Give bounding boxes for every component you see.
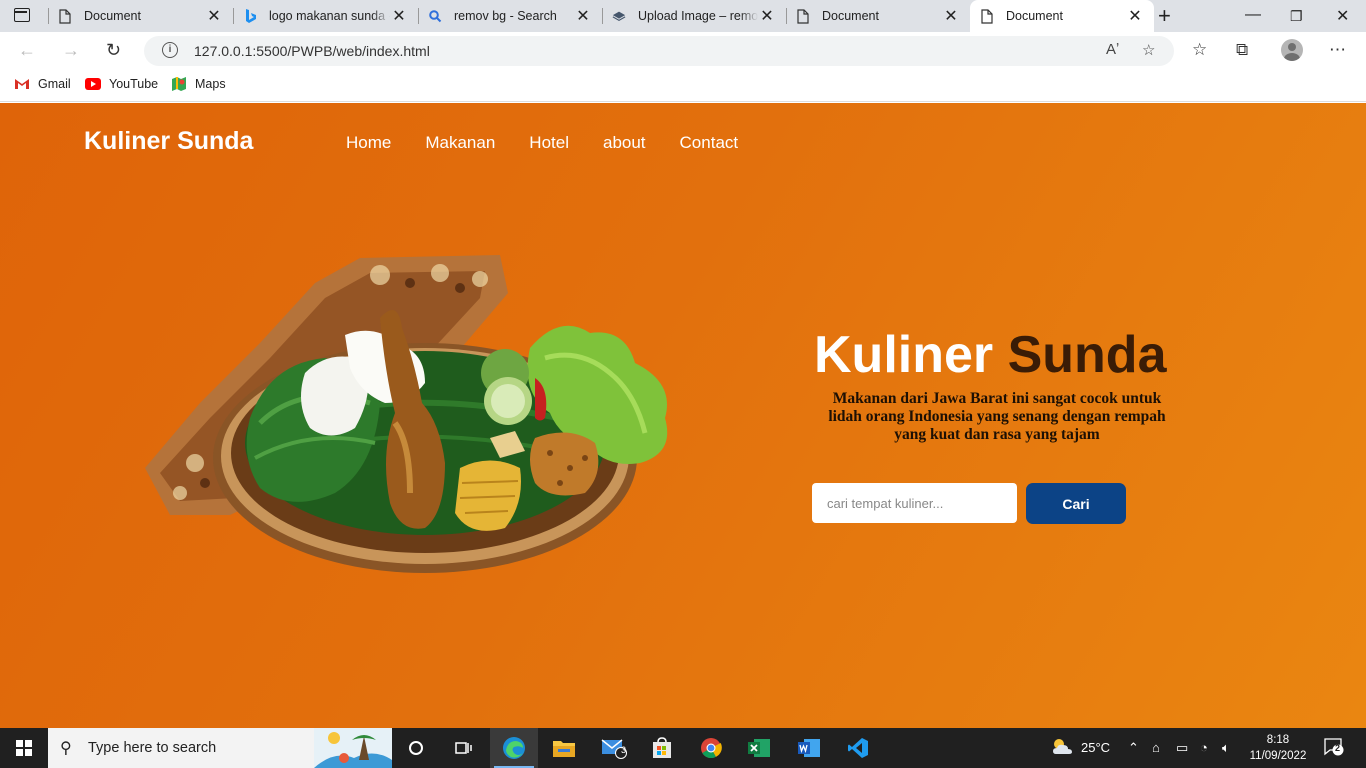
- site-logo[interactable]: Kuliner Sunda: [84, 127, 253, 156]
- nav-home[interactable]: Home: [346, 133, 391, 153]
- more-options-icon[interactable]: ⋯: [1329, 40, 1346, 60]
- mail-icon[interactable]: 3: [590, 728, 638, 768]
- close-tab-icon[interactable]: ✕: [205, 6, 223, 26]
- nav-about[interactable]: about: [603, 133, 646, 153]
- document-icon: [980, 8, 994, 24]
- tab-document-2[interactable]: Document ✕: [786, 0, 970, 32]
- search-icon: [428, 8, 442, 24]
- nav-hotel[interactable]: Hotel: [529, 133, 569, 153]
- tab-document-active[interactable]: Document ✕: [970, 0, 1154, 32]
- collections-icon[interactable]: ⧉: [1236, 40, 1248, 60]
- tab-title: Document: [1006, 9, 1063, 23]
- clock-date: 11/09/2022: [1249, 750, 1307, 762]
- vscode-icon[interactable]: [834, 728, 882, 768]
- url-text: 127.0.0.1:5500/PWPB/web/index.html: [194, 43, 430, 59]
- tab-document-1[interactable]: Document ✕: [48, 0, 233, 32]
- taskbar-search-placeholder: Type here to search: [88, 740, 217, 756]
- new-tab-button[interactable]: +: [1158, 3, 1171, 29]
- tab-strip: Document ✕ logo makanan sunda - Search ✕…: [0, 0, 1366, 32]
- hero-title-part2: Sunda: [1007, 326, 1167, 384]
- system-clock[interactable]: 8:18 11/09/2022: [1240, 732, 1316, 764]
- profile-avatar[interactable]: [1281, 39, 1303, 61]
- hero-food-image: [145, 255, 668, 573]
- browser-toolbar: ← → ↻ i 127.0.0.1:5500/PWPB/web/index.ht…: [0, 32, 1366, 70]
- close-tab-icon[interactable]: ✕: [390, 6, 408, 26]
- back-button[interactable]: ←: [18, 40, 36, 61]
- close-tab-icon[interactable]: ✕: [574, 6, 592, 26]
- start-button[interactable]: [16, 740, 32, 756]
- search-icon: ⚲: [60, 740, 72, 757]
- refresh-button[interactable]: ↻: [106, 40, 121, 61]
- minimize-icon[interactable]: —: [1245, 6, 1261, 24]
- store-icon[interactable]: [638, 728, 686, 768]
- bookmark-label: YouTube: [109, 77, 159, 91]
- word-icon[interactable]: [785, 728, 833, 768]
- favorites-icon[interactable]: ☆: [1192, 40, 1207, 60]
- forward-button[interactable]: →: [62, 40, 80, 61]
- tab-actions-icon[interactable]: [14, 8, 30, 22]
- tab-remov-bg-search[interactable]: remov bg - Search ✕: [418, 0, 602, 32]
- address-bar[interactable]: i 127.0.0.1:5500/PWPB/web/index.html Aʼ …: [144, 36, 1174, 66]
- tab-title: Document: [822, 9, 879, 23]
- main-nav: Home Makanan Hotel about Contact: [346, 133, 738, 153]
- restore-icon[interactable]: ❐: [1290, 8, 1303, 25]
- bookmarks-bar: Gmail YouTube Maps: [0, 70, 1366, 102]
- notification-count: 2: [1335, 743, 1341, 753]
- meet-now-icon[interactable]: ⌂: [1152, 740, 1160, 755]
- wifi-icon[interactable]: ◔: [1200, 740, 1208, 755]
- taskbar-search[interactable]: ⚲ Type here to search: [48, 728, 392, 768]
- hero-title-part1: Kuliner: [814, 326, 994, 384]
- tab-title: remov bg - Search: [454, 9, 557, 23]
- gmail-icon: [14, 77, 30, 91]
- tab-title: Document: [84, 9, 141, 23]
- weather-temperature: 25°C: [1081, 740, 1111, 755]
- removebg-icon: [612, 8, 626, 24]
- bookmark-label: Maps: [195, 77, 226, 91]
- excel-icon[interactable]: [735, 728, 783, 768]
- clock-time: 8:18: [1266, 734, 1290, 746]
- task-view-icon[interactable]: [440, 728, 488, 768]
- bookmark-maps[interactable]: Maps: [171, 77, 226, 91]
- document-icon: [796, 8, 810, 24]
- search-highlight-art: [314, 728, 392, 768]
- maps-icon: [171, 77, 187, 91]
- tab-title: logo makanan sunda - Search: [269, 9, 390, 23]
- bookmark-label: Gmail: [38, 77, 71, 91]
- bookmark-youtube[interactable]: YouTube: [85, 77, 158, 91]
- hero-title: Kuliner Sunda: [814, 325, 1167, 385]
- weather-icon[interactable]: [1050, 736, 1074, 761]
- edge-icon[interactable]: [490, 728, 538, 768]
- chevron-up-icon[interactable]: ⌃: [1128, 740, 1139, 756]
- chrome-icon[interactable]: [687, 728, 735, 768]
- cortana-icon[interactable]: [392, 728, 440, 768]
- read-aloud-icon[interactable]: Aʼ: [1106, 41, 1119, 58]
- volume-icon[interactable]: 🔈︎: [1222, 740, 1230, 756]
- hero-description: Makanan dari Jawa Barat ini sangat cocok…: [828, 390, 1166, 443]
- tab-title: Upload Image – remove.bg: [638, 9, 758, 23]
- nav-makanan[interactable]: Makanan: [425, 133, 495, 153]
- bing-icon: [243, 8, 257, 24]
- youtube-icon: [85, 77, 101, 91]
- close-window-icon[interactable]: ✕: [1336, 6, 1349, 26]
- bookmark-gmail[interactable]: Gmail: [14, 77, 71, 91]
- file-explorer-icon[interactable]: [540, 728, 588, 768]
- windows-taskbar: ⚲ Type here to search 3 25°C ⌃ ⌂ ▭ ◔ 🔈︎ …: [0, 728, 1366, 768]
- nav-contact[interactable]: Contact: [680, 133, 739, 153]
- close-tab-icon[interactable]: ✕: [942, 6, 960, 26]
- close-tab-icon[interactable]: ✕: [758, 6, 776, 26]
- site-info-icon[interactable]: i: [162, 42, 178, 58]
- search-input[interactable]: [812, 483, 1017, 523]
- tab-removebg-upload[interactable]: Upload Image – remove.bg ✕: [602, 0, 786, 32]
- tab-bing-search[interactable]: logo makanan sunda - Search ✕: [233, 0, 418, 32]
- page-body: Kuliner Sunda Home Makanan Hotel about C…: [0, 103, 1366, 728]
- battery-icon[interactable]: ▭: [1176, 740, 1188, 756]
- search-button[interactable]: Cari: [1026, 483, 1126, 524]
- mail-badge: 3: [621, 745, 627, 755]
- close-tab-icon[interactable]: ✕: [1126, 6, 1144, 26]
- document-icon: [58, 8, 72, 24]
- notification-center-icon[interactable]: 2: [1324, 738, 1344, 756]
- add-favorite-icon[interactable]: ☆: [1142, 41, 1155, 59]
